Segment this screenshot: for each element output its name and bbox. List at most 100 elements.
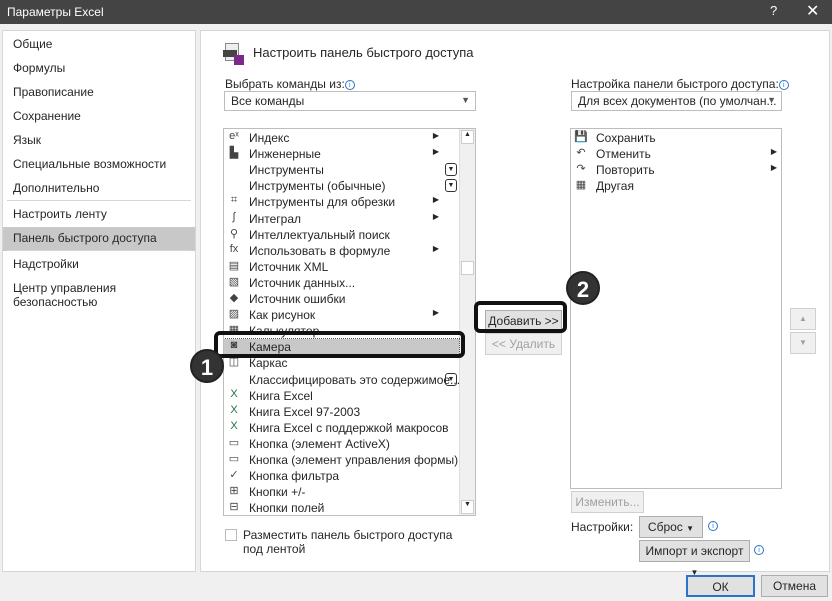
below-ribbon-checkbox[interactable] (225, 529, 237, 541)
submenu-arrow-icon: ▶ (432, 147, 439, 157)
window-title: Параметры Excel (7, 5, 104, 19)
import-export-button[interactable]: Импорт и экспорт ▼ (639, 540, 750, 577)
list-item[interactable]: ∫ Интеграл ▶ (224, 211, 459, 227)
cancel-button[interactable]: Отмена (761, 575, 828, 597)
list-item[interactable]: ⊞ Кнопки +/- (224, 484, 459, 500)
command-icon: ⊟ (229, 501, 239, 514)
command-icon (227, 162, 241, 177)
scroll-down-icon[interactable]: ▼ (461, 500, 474, 514)
commands-list[interactable]: ▲ ▼ eˣ Индекс ▶ ▙ Инженерные ▶ Инструменты ▼ Инс… (223, 128, 476, 516)
item-label: Другая (596, 179, 634, 194)
item-label: Использовать в формуле (249, 243, 391, 258)
item-label: Кнопки +/- (249, 485, 306, 500)
qat-list[interactable]: 💾 Сохранить ↶ Отменить ▶ ↷ Повторить ▶ ▦ Другая (570, 128, 782, 489)
item-label: Источник ошибки (249, 292, 346, 306)
item-label: Кнопка (элемент ActiveX) (249, 436, 390, 451)
list-item[interactable]: Инструменты (обычные) ▼ (224, 178, 459, 194)
sidebar-item[interactable]: Надстройки (3, 253, 195, 277)
list-item[interactable]: ✓ Кнопка фильтра (224, 468, 459, 484)
list-item[interactable]: 💾 Сохранить (571, 130, 781, 146)
sidebar-item[interactable]: Дополнительно (3, 177, 195, 201)
command-icon: ▤ (228, 259, 240, 272)
command-icon: ▧ (228, 275, 240, 288)
sidebar-item[interactable]: Специальные возможности (3, 153, 195, 177)
list-item[interactable]: ▦ Другая (571, 178, 781, 194)
list-item[interactable]: ▧ Источник данных... (224, 275, 459, 291)
sidebar-item[interactable]: Настроить ленту (3, 203, 195, 227)
list-item[interactable]: ▭ Кнопка (элемент управления формы) (224, 452, 459, 468)
command-icon: ↶ (576, 147, 586, 160)
list-item[interactable]: ↷ Повторить ▶ (571, 162, 781, 178)
sidebar-item[interactable]: Центр управления безопасностью (3, 277, 195, 309)
command-icon: ▨ (228, 308, 240, 321)
list-item[interactable]: X Книга Excel 97-2003 (224, 404, 459, 420)
submenu-arrow-icon: ▶ (770, 163, 777, 173)
reset-button[interactable]: Сброс ▼ (639, 516, 703, 538)
divider (7, 250, 191, 251)
list-item[interactable]: ⚲ Интеллектуальный поиск (224, 227, 459, 243)
scroll-thumb[interactable] (461, 261, 474, 275)
customize-qat-dropdown[interactable]: Для всех документов (по умолчан... ▼ (571, 91, 782, 111)
sidebar-item[interactable]: Общие (3, 33, 195, 57)
below-ribbon-label: Разместить панель быстрого доступа под л… (243, 528, 453, 556)
command-icon: ∫ (232, 210, 236, 223)
list-item[interactable]: ▭ Кнопка (элемент ActiveX) (224, 436, 459, 452)
item-label: Источник XML (249, 259, 329, 274)
close-button[interactable]: ✕ (806, 1, 819, 21)
scroll-up-icon[interactable]: ▲ (461, 130, 474, 144)
move-down-button[interactable]: ▼ (790, 332, 816, 354)
command-icon: fx (229, 242, 239, 255)
remove-button[interactable]: << Удалить (485, 333, 562, 355)
item-label: Интеграл (249, 211, 302, 226)
item-label: Повторить (596, 163, 655, 178)
command-icon: eˣ (229, 130, 239, 142)
submenu-arrow-icon: ▶ (432, 131, 439, 140)
list-item[interactable]: X Книга Excel с поддержкой макросов (224, 420, 459, 436)
sidebar-item[interactable]: Формулы (3, 57, 195, 81)
command-icon: X (230, 419, 238, 432)
ok-button[interactable]: ОК (686, 575, 755, 597)
item-label: Классифицировать это содержимое... (249, 372, 461, 387)
customize-qat-label: Настройка панели быстрого доступа: i (571, 77, 789, 91)
submenu-arrow-icon: ▶ (432, 195, 439, 205)
info-icon: i (754, 545, 764, 555)
command-icon: ⚲ (229, 227, 239, 240)
item-label: Книга Excel 97-2003 (249, 404, 361, 419)
item-label: Кнопки полей (249, 501, 325, 516)
command-icon: ↷ (576, 163, 586, 176)
qat-icon (223, 41, 245, 65)
list-item[interactable]: X Книга Excel (224, 388, 459, 404)
list-item[interactable]: Классифицировать это содержимое... ▼ (224, 372, 461, 388)
list-item[interactable]: fx Использовать в формуле ▶ (224, 243, 459, 259)
command-icon: 💾 (574, 131, 588, 143)
sidebar-item[interactable]: Правописание (3, 81, 195, 105)
list-item[interactable]: Инструменты ▼ (224, 162, 459, 178)
choose-commands-dropdown[interactable]: Все команды ▼ (224, 91, 476, 111)
help-button[interactable]: ? (770, 3, 777, 18)
item-label: Кнопка фильтра (249, 469, 340, 484)
move-up-button[interactable]: ▲ (790, 308, 816, 330)
item-label: Инструменты (249, 163, 324, 178)
list-item[interactable]: ▙ Инженерные ▶ (224, 146, 459, 162)
submenu-arrow-icon: ▶ (432, 243, 439, 253)
scrollbar[interactable]: ▲ ▼ (459, 129, 475, 515)
sidebar-item[interactable]: Сохранение (3, 105, 195, 129)
sidebar: Общие Формулы Правописание Сохранение Язык Сп… (2, 30, 196, 572)
sidebar-item[interactable]: Панель быстрого доступа (3, 227, 195, 251)
list-item[interactable]: ↶ Отменить ▶ (571, 146, 781, 162)
list-item[interactable]: ▤ Источник XML (224, 259, 459, 275)
sidebar-item[interactable]: Язык (3, 129, 195, 153)
command-icon: ✓ (229, 469, 239, 482)
modify-button[interactable]: Изменить... (571, 491, 644, 513)
command-icon: ⌗ (230, 194, 238, 207)
list-item[interactable]: ◆ Источник ошибки (224, 291, 459, 307)
list-item[interactable]: ⊟ Кнопки полей (224, 500, 459, 516)
command-icon (227, 178, 241, 193)
list-item[interactable]: ▨ Как рисунок ▶ (224, 307, 459, 323)
command-icon (227, 372, 241, 387)
list-item[interactable]: ⌗ Инструменты для обрезки ▶ (224, 194, 459, 210)
divider (7, 200, 191, 201)
list-item[interactable]: eˣ Индекс ▶ (224, 130, 459, 146)
highlight-camera (214, 331, 465, 358)
title-bar: Параметры Excel ? ✕ (0, 0, 832, 24)
